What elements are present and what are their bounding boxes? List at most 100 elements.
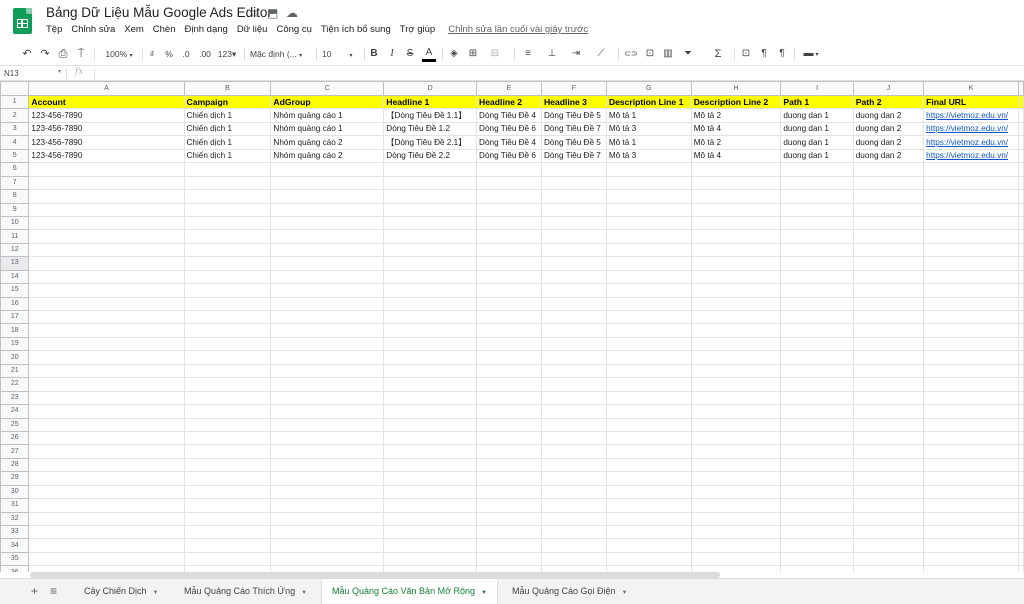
cell[interactable] <box>540 430 607 446</box>
menu-data[interactable]: Dữ liệu <box>237 24 268 38</box>
row-header[interactable]: 32 <box>0 511 30 527</box>
cell[interactable] <box>476 363 542 379</box>
row-header[interactable]: 3 <box>0 121 30 137</box>
cell[interactable] <box>852 417 925 432</box>
cell[interactable] <box>540 457 607 473</box>
cell[interactable] <box>270 229 385 244</box>
cell[interactable] <box>605 229 692 244</box>
cell[interactable] <box>605 283 692 298</box>
cell[interactable] <box>28 242 185 258</box>
move-folder-icon[interactable]: ⬒ <box>267 6 278 20</box>
cell[interactable] <box>476 175 542 191</box>
cell[interactable] <box>690 323 782 338</box>
cell[interactable] <box>183 390 272 406</box>
cell[interactable] <box>923 484 1019 500</box>
text-color-button[interactable]: A <box>422 47 436 62</box>
cell[interactable] <box>1018 390 1024 406</box>
cell[interactable] <box>540 323 607 338</box>
cell[interactable] <box>780 323 854 338</box>
cell[interactable]: duong dan 2 <box>852 108 925 123</box>
cell[interactable] <box>183 457 272 473</box>
cell[interactable] <box>852 336 925 352</box>
cell[interactable]: duong dan 1 <box>780 108 854 123</box>
column-header[interactable]: C <box>270 81 385 96</box>
cell[interactable] <box>923 229 1019 244</box>
cell[interactable] <box>780 498 854 513</box>
cell[interactable] <box>540 202 607 217</box>
cell[interactable] <box>476 524 542 540</box>
row-header[interactable]: 15 <box>0 283 30 298</box>
cell[interactable]: Account <box>28 94 185 110</box>
cell[interactable] <box>28 390 185 406</box>
cell[interactable] <box>1018 524 1024 540</box>
cell[interactable] <box>923 404 1019 419</box>
cell[interactable] <box>540 162 607 177</box>
cell[interactable] <box>540 175 607 191</box>
cell[interactable] <box>270 457 385 473</box>
cell[interactable] <box>690 404 782 419</box>
cell[interactable] <box>476 283 542 298</box>
vertical-align-icon[interactable]: ⊥ <box>543 47 561 61</box>
cell[interactable]: Mô tả 3 <box>605 148 692 164</box>
cell[interactable] <box>183 229 272 244</box>
cell[interactable] <box>605 162 692 177</box>
insert-comment-icon[interactable]: ⊡ <box>643 47 657 61</box>
cell[interactable] <box>28 215 185 231</box>
functions-icon[interactable]: Σ <box>708 47 728 61</box>
cell[interactable] <box>28 417 185 432</box>
spreadsheet-grid[interactable]: A B C D E F G H I J K 1 Account Campaign AdGroup Headli… <box>0 81 1024 572</box>
cell[interactable] <box>605 444 692 459</box>
cell[interactable] <box>605 457 692 473</box>
cell[interactable] <box>476 498 542 513</box>
cell[interactable] <box>476 189 542 204</box>
cloud-status-icon[interactable]: ☁ <box>286 6 298 20</box>
cell[interactable] <box>923 457 1019 473</box>
merge-cells-icon[interactable]: ⊟ <box>485 47 505 61</box>
cell[interactable] <box>923 215 1019 231</box>
cell[interactable] <box>605 215 692 231</box>
cell[interactable] <box>183 471 272 486</box>
cell[interactable] <box>540 444 607 459</box>
cell[interactable] <box>780 256 854 271</box>
menu-tools[interactable]: Công cụ <box>276 24 311 38</box>
cell[interactable] <box>540 551 607 567</box>
cell[interactable] <box>270 363 385 379</box>
cell[interactable] <box>923 363 1019 379</box>
cell[interactable] <box>605 323 692 338</box>
cell[interactable]: duong dan 1 <box>780 135 854 150</box>
cell[interactable]: 123-456-7890 <box>28 121 185 137</box>
cell[interactable] <box>1018 256 1024 271</box>
cell[interactable] <box>270 202 385 217</box>
cell[interactable] <box>183 444 272 459</box>
all-sheets-icon[interactable]: ≡ <box>50 584 57 598</box>
cell[interactable] <box>28 175 185 191</box>
cell[interactable]: Mô tả 1 <box>605 108 692 123</box>
cell[interactable] <box>1018 457 1024 473</box>
cell[interactable] <box>923 189 1019 204</box>
add-sheet-icon[interactable]: + <box>31 584 38 598</box>
cell[interactable] <box>28 430 185 446</box>
cell[interactable] <box>183 269 272 285</box>
cell[interactable] <box>540 309 607 325</box>
cell[interactable] <box>183 524 272 540</box>
zoom-select[interactable]: 100% ▾ <box>100 47 138 61</box>
insert-chart-icon[interactable]: ▥ <box>661 47 675 61</box>
cell[interactable]: duong dan 1 <box>780 121 854 137</box>
chevron-down-icon[interactable]: ▼ <box>153 590 159 596</box>
menu-edit[interactable]: Chỉnh sửa <box>71 24 115 38</box>
cell[interactable] <box>540 404 607 419</box>
row-header[interactable]: 14 <box>0 269 30 285</box>
cell[interactable] <box>28 323 185 338</box>
cell[interactable] <box>183 283 272 298</box>
cell[interactable] <box>1018 215 1024 231</box>
cell[interactable] <box>476 377 542 392</box>
cell[interactable]: Campaign <box>183 94 272 110</box>
cell[interactable] <box>690 336 782 352</box>
cell[interactable] <box>923 444 1019 459</box>
column-header[interactable]: J <box>852 81 925 96</box>
cell[interactable] <box>383 269 478 285</box>
cell[interactable] <box>852 323 925 338</box>
currency-format-button[interactable]: ₫ <box>146 47 158 61</box>
column-header[interactable]: G <box>605 81 692 96</box>
menu-format[interactable]: Định dạng <box>185 24 228 38</box>
